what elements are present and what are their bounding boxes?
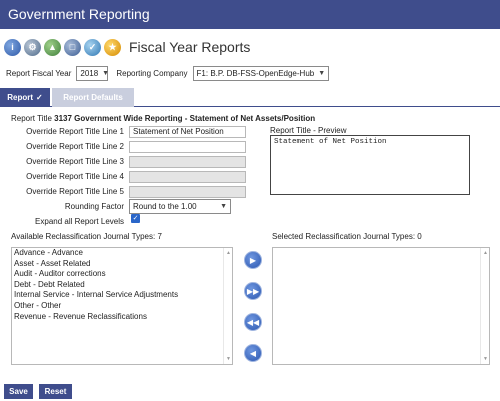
settings-gear-icon[interactable]: ⚙ xyxy=(24,38,41,56)
government-seal-icon[interactable]: ★ xyxy=(104,38,121,56)
tab-report-label: Report xyxy=(7,93,34,102)
chevron-down-icon: ▼ xyxy=(220,203,227,210)
tab-report-defaults-label: Report Defaults xyxy=(63,93,123,102)
override-line-2-label: Override Report Title Line 2 xyxy=(26,142,124,151)
rounding-factor-label: Rounding Factor xyxy=(64,202,124,211)
company-label: Reporting Company xyxy=(116,69,188,78)
save-button[interactable]: Save xyxy=(4,384,33,399)
expand-levels-label: Expand all Report Levels xyxy=(35,217,124,226)
report-title-label: Report Title xyxy=(11,114,52,123)
chart-icon[interactable]: ▲ xyxy=(44,38,61,56)
override-line-3-input xyxy=(129,156,246,168)
override-line-4-input xyxy=(129,171,246,183)
app-title: Government Reporting xyxy=(8,6,150,22)
preview-label: Report Title - Preview xyxy=(270,126,347,135)
list-item[interactable]: Internal Service - Internal Service Adju… xyxy=(12,290,232,301)
available-types-label: Available Reclassification Journal Types… xyxy=(11,232,162,241)
expand-levels-checkbox[interactable]: ✓ xyxy=(131,214,140,223)
chevron-down-icon: ▼ xyxy=(318,70,326,77)
rounding-factor-select[interactable]: Round to the 1.00 ▼ xyxy=(129,199,231,214)
info-icon[interactable]: i xyxy=(4,38,21,56)
move-all-right-button[interactable]: ▶▶ xyxy=(244,282,262,300)
list-item[interactable]: Other - Other xyxy=(12,301,232,312)
tab-report-defaults[interactable]: Report Defaults xyxy=(52,88,134,107)
documents-icon[interactable]: □ xyxy=(64,38,81,56)
override-line-1-label: Override Report Title Line 1 xyxy=(26,127,124,136)
checkmark-icon: ✓ xyxy=(36,93,43,102)
checklist-icon[interactable]: ✓ xyxy=(84,38,101,56)
override-line-1-input[interactable]: Statement of Net Position xyxy=(129,126,246,138)
report-title-value: 3137 Government Wide Reporting - Stateme… xyxy=(54,114,316,123)
fiscal-year-value: 2018 xyxy=(80,69,99,78)
scroll-down-icon[interactable]: ▼ xyxy=(482,356,489,362)
filter-row: Report Fiscal Year 2018 ▼ Reporting Comp… xyxy=(6,66,330,81)
scroll-up-icon[interactable]: ▲ xyxy=(225,250,232,256)
override-line-5-input xyxy=(129,186,246,198)
scroll-up-icon[interactable]: ▲ xyxy=(482,250,489,256)
list-item[interactable]: Audit - Auditor corrections xyxy=(12,269,232,280)
move-right-button[interactable]: ▶ xyxy=(244,251,262,269)
company-value: F1: B.P. DB-FSS-OpenEdge-Hub xyxy=(196,69,315,78)
scroll-down-icon[interactable]: ▼ xyxy=(225,356,232,362)
rounding-factor-value: Round to the 1.00 xyxy=(133,202,197,211)
page-title: Fiscal Year Reports xyxy=(129,39,251,55)
override-line-5-label: Override Report Title Line 5 xyxy=(26,187,124,196)
app-title-bar: Government Reporting xyxy=(0,0,500,29)
override-line-2-input[interactable] xyxy=(129,141,246,153)
toolbar: i ⚙ ▲ □ ✓ ★ Fiscal Year Reports xyxy=(4,36,250,58)
fiscal-year-select[interactable]: 2018 ▼ xyxy=(76,66,110,81)
override-line-3-label: Override Report Title Line 3 xyxy=(26,157,124,166)
move-left-button[interactable]: ◀ xyxy=(244,344,262,362)
list-item[interactable]: Advance - Advance xyxy=(12,248,232,259)
preview-text: Statement of Net Position xyxy=(274,138,387,146)
selected-types-listbox[interactable]: ▲ ▼ xyxy=(272,247,490,365)
fiscal-year-label: Report Fiscal Year xyxy=(6,69,72,78)
tab-bar: Report ✓ Report Defaults xyxy=(0,88,500,107)
report-title-row: Report Title 3137 Government Wide Report… xyxy=(11,114,315,123)
chevron-down-icon: ▼ xyxy=(102,70,110,77)
scrollbar[interactable]: ▲ ▼ xyxy=(480,248,489,364)
tab-report[interactable]: Report ✓ xyxy=(0,88,50,107)
selected-types-label: Selected Reclassification Journal Types:… xyxy=(272,232,422,241)
list-item[interactable]: Debt - Debt Related xyxy=(12,280,232,291)
available-types-listbox[interactable]: Advance - Advance Asset - Asset Related … xyxy=(11,247,233,365)
list-item[interactable]: Revenue - Revenue Reclassifications xyxy=(12,312,232,323)
move-all-left-button[interactable]: ◀◀ xyxy=(244,313,262,331)
scrollbar[interactable]: ▲ ▼ xyxy=(223,248,232,364)
override-line-4-label: Override Report Title Line 4 xyxy=(26,172,124,181)
report-title-preview: Statement of Net Position xyxy=(270,135,470,195)
reset-button[interactable]: Reset xyxy=(39,384,72,399)
company-select[interactable]: F1: B.P. DB-FSS-OpenEdge-Hub ▼ xyxy=(192,66,330,81)
list-item[interactable]: Asset - Asset Related xyxy=(12,259,232,270)
